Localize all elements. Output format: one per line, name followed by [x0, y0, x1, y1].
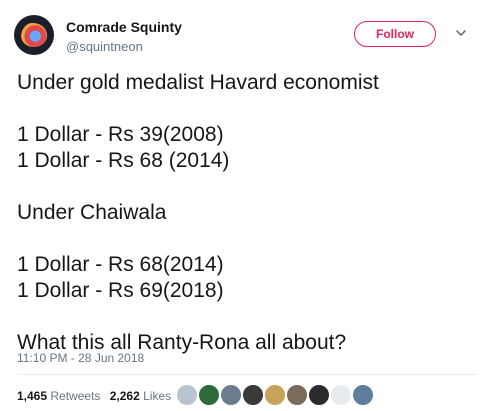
- liker-avatar[interactable]: [198, 384, 220, 406]
- user-name[interactable]: Comrade Squinty: [66, 19, 182, 35]
- liker-avatar[interactable]: [308, 384, 330, 406]
- liker-avatar[interactable]: [220, 384, 242, 406]
- follow-button[interactable]: Follow: [354, 21, 436, 47]
- liker-avatar[interactable]: [286, 384, 308, 406]
- liker-avatar[interactable]: [330, 384, 352, 406]
- avatar[interactable]: [14, 15, 54, 55]
- tweet-stats: 1,465 Retweets 2,262 Likes: [17, 389, 177, 403]
- tweet-text: Under gold medalist Havard economist 1 D…: [17, 71, 379, 354]
- tweet-timestamp[interactable]: 11:10 PM - 28 Jun 2018: [17, 351, 144, 365]
- liker-avatar[interactable]: [352, 384, 374, 406]
- retweets-count: 1,465: [17, 389, 48, 403]
- divider: [17, 374, 477, 375]
- liker-avatar[interactable]: [242, 384, 264, 406]
- liker-avatar[interactable]: [264, 384, 286, 406]
- retweets-label: Retweets: [50, 389, 101, 403]
- likes-label: Likes: [143, 389, 172, 403]
- user-handle[interactable]: @squintneon: [66, 39, 143, 54]
- retweets-stat[interactable]: 1,465 Retweets: [17, 389, 100, 403]
- likes-stat[interactable]: 2,262 Likes: [110, 389, 171, 403]
- tweet-header: Comrade Squinty @squintneon Follow: [14, 12, 476, 58]
- likes-count: 2,262: [109, 389, 140, 403]
- liker-avatar[interactable]: [176, 384, 198, 406]
- chevron-down-icon[interactable]: [454, 26, 468, 40]
